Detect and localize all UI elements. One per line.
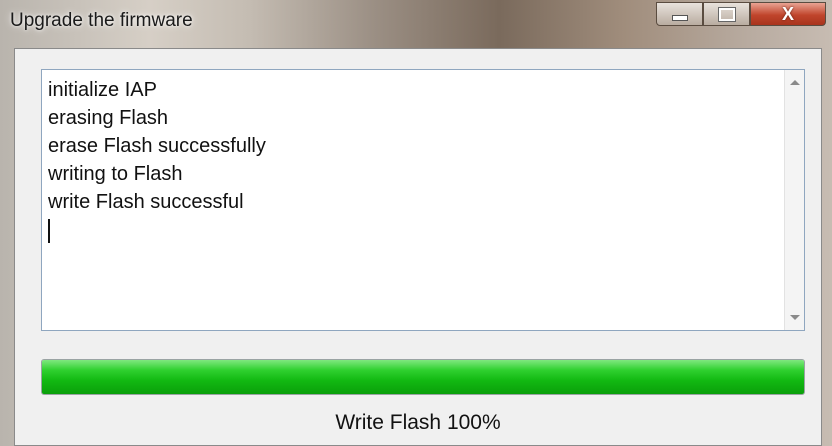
- dialog-body: initialize IAP erasing Flash erase Flash…: [14, 48, 822, 446]
- minimize-icon: [671, 15, 688, 21]
- close-button[interactable]: X: [750, 2, 826, 26]
- log-textarea[interactable]: initialize IAP erasing Flash erase Flash…: [41, 69, 805, 331]
- log-scrollbar[interactable]: [784, 70, 804, 330]
- scroll-down-icon[interactable]: [790, 315, 800, 320]
- minimize-button[interactable]: [656, 2, 703, 26]
- close-icon: X: [781, 4, 794, 24]
- log-line: write Flash successful: [48, 191, 244, 213]
- window-title: Upgrade the firmware: [10, 10, 193, 31]
- text-cursor: [48, 219, 50, 243]
- title-bar[interactable]: Upgrade the firmware X: [0, 0, 832, 44]
- log-line: initialize IAP: [48, 79, 157, 101]
- upgrade-firmware-window: Upgrade the firmware X initialize IAP er…: [0, 0, 832, 446]
- progress-fill: [42, 360, 804, 394]
- status-text: Write Flash 100%: [335, 411, 501, 434]
- scroll-up-icon[interactable]: [790, 80, 800, 85]
- progress-bar: [41, 359, 805, 395]
- maximize-button[interactable]: [703, 2, 750, 26]
- log-lines: initialize IAP erasing Flash erase Flash…: [48, 76, 266, 251]
- log-line: erasing Flash: [48, 107, 169, 129]
- log-line: writing to Flash: [48, 163, 183, 185]
- log-line: erase Flash successfully: [48, 135, 266, 157]
- maximize-icon: [717, 6, 736, 22]
